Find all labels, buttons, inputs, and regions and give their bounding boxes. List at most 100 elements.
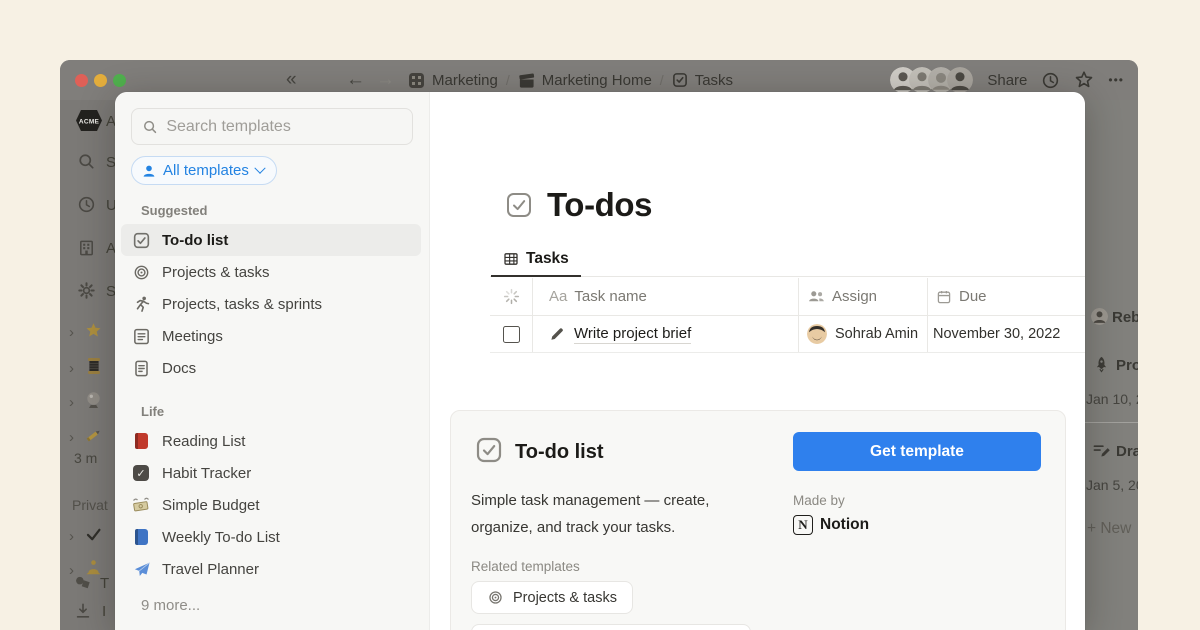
target-icon <box>131 262 151 282</box>
made-by-label: Made by <box>793 493 845 508</box>
breadcrumb-label: Marketing <box>432 72 498 89</box>
template-item-habit-tracker[interactable]: ✓ Habit Tracker <box>121 457 421 489</box>
app-sidebar-dimmed: ACME A S U A S › › › › › 3 m Privat › › … <box>60 100 115 630</box>
share-button[interactable]: Share <box>987 72 1027 89</box>
target-icon <box>487 589 504 606</box>
avatar <box>947 67 973 93</box>
tab-label: Tasks <box>526 250 569 268</box>
search-input[interactable] <box>166 118 402 136</box>
minimize-button[interactable] <box>94 74 107 87</box>
expand-chevron: › <box>69 528 74 545</box>
building-icon <box>77 238 96 257</box>
expand-chevron: › <box>69 324 74 341</box>
expand-chevron: › <box>69 429 74 446</box>
pencil-page-icon <box>85 426 103 444</box>
notion-logo-icon: N <box>793 515 813 535</box>
expand-chevron: › <box>69 394 74 411</box>
template-item-label: To-do list <box>162 232 228 249</box>
workspace-badge-label: ACME <box>79 119 100 126</box>
template-item-label: Projects, tasks & sprints <box>162 296 322 313</box>
rocket-icon <box>1093 355 1110 373</box>
due-date: November 30, 2022 <box>933 326 1060 342</box>
show-more-templates[interactable]: 9 more... <box>141 597 413 614</box>
template-item-projects-tasks[interactable]: Projects & tasks <box>121 256 421 288</box>
page-title-fragment: Pro <box>1116 357 1138 374</box>
import-label-fragment: I <box>102 603 106 620</box>
template-gallery-modal: All templates Suggested To-do list Proje… <box>115 92 1085 630</box>
todo-checkbox-icon <box>131 230 151 250</box>
workspace-name-fragment: A <box>106 113 115 130</box>
template-preview: To-dos Tasks Aa Task name Assign <box>430 92 1085 630</box>
column-task-name: Aa Task name <box>532 278 798 315</box>
clock-icon[interactable] <box>1041 71 1060 90</box>
clapperboard-icon <box>518 72 535 89</box>
task-name-cell: Write project brief <box>532 316 798 352</box>
person-icon <box>142 164 156 178</box>
close-button[interactable] <box>75 74 88 87</box>
filter-all-templates[interactable]: All templates <box>131 156 277 185</box>
pencil-icon <box>549 326 565 342</box>
people-icon <box>808 288 825 305</box>
task-title: Write project brief <box>574 325 691 344</box>
page-checkbox-icon <box>505 191 533 219</box>
calendar-icon <box>936 289 952 305</box>
text-type-icon: Aa <box>549 288 567 305</box>
template-item-projects-tasks-sprints[interactable]: Projects, tasks & sprints <box>121 288 421 320</box>
template-item-simple-budget[interactable]: Simple Budget <box>121 489 421 521</box>
template-item-docs[interactable]: Docs <box>121 352 421 384</box>
date-fragment: Jan 10, 2 <box>1086 391 1138 407</box>
blue-book-icon <box>131 527 151 547</box>
breadcrumb-tasks[interactable]: Tasks <box>672 72 733 89</box>
related-template-label: Projects & tasks <box>513 590 617 606</box>
template-search[interactable] <box>131 108 413 145</box>
template-item-label: Docs <box>162 360 196 377</box>
column-assign: Assign <box>798 278 927 315</box>
crystal-ball-icon <box>85 391 102 409</box>
expand-chevron: › <box>69 360 74 377</box>
zoom-button[interactable] <box>113 74 126 87</box>
column-label: Task name <box>574 288 647 305</box>
related-template-projects-tasks[interactable]: Projects & tasks <box>471 581 633 614</box>
template-item-meetings[interactable]: Meetings <box>121 320 421 352</box>
more-pages-fragment: 3 m <box>74 450 97 466</box>
get-template-button[interactable]: Get template <box>793 432 1041 471</box>
more-options-button[interactable]: ••• <box>1108 73 1124 87</box>
breadcrumb-separator: / <box>660 72 664 88</box>
search-label-fragment: S <box>106 154 115 171</box>
card-divider <box>1085 422 1138 423</box>
section-header-suggested: Suggested <box>141 203 413 218</box>
maker-name: Notion <box>820 516 869 534</box>
tab-tasks[interactable]: Tasks <box>491 242 581 277</box>
related-template-partial[interactable] <box>471 624 751 630</box>
sprinter-icon <box>131 294 151 314</box>
red-book-icon <box>131 431 151 451</box>
template-item-label: Travel Planner <box>162 561 259 578</box>
table-icon <box>503 251 519 267</box>
settings-gear-icon <box>77 281 96 300</box>
template-item-label: Habit Tracker <box>162 465 251 482</box>
home-label-fragment: A <box>106 240 115 257</box>
task-checkbox-icon <box>672 72 688 88</box>
template-item-to-do-list[interactable]: To-do list <box>121 224 421 256</box>
life-template-list: Reading List ✓ Habit Tracker Simple Budg… <box>121 425 421 585</box>
template-item-weekly-to-do-list[interactable]: Weekly To-do List <box>121 521 421 553</box>
template-item-label: Simple Budget <box>162 497 260 514</box>
check-square-icon: ✓ <box>131 463 151 483</box>
templates-label-fragment: T <box>100 575 109 592</box>
breadcrumb-marketing-home[interactable]: Marketing Home <box>518 72 652 89</box>
new-page-button-fragment: + New <box>1087 520 1131 538</box>
section-header-life: Life <box>141 404 413 419</box>
maker-link[interactable]: N Notion <box>793 515 869 535</box>
template-item-travel-planner[interactable]: Travel Planner <box>121 553 421 585</box>
template-sidebar: All templates Suggested To-do list Proje… <box>115 92 430 630</box>
assignee-avatar <box>807 324 827 344</box>
star-icon[interactable] <box>1074 70 1094 90</box>
breadcrumb-marketing[interactable]: Marketing <box>408 72 498 89</box>
card-title: To-do list <box>515 441 604 464</box>
view-tabs: Tasks <box>490 242 1085 277</box>
template-item-reading-list[interactable]: Reading List <box>121 425 421 457</box>
breadcrumb-label: Marketing Home <box>542 72 652 89</box>
member-avatars[interactable] <box>890 67 973 93</box>
airplane-icon <box>131 559 151 579</box>
updates-clock-icon <box>77 195 96 214</box>
